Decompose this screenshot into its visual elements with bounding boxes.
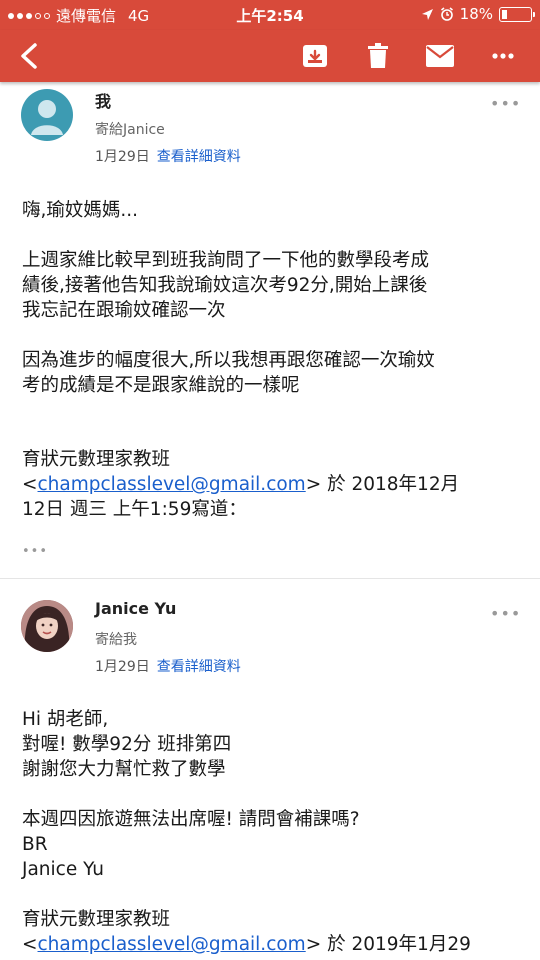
trash-icon[interactable] (361, 40, 395, 72)
message-more-icon[interactable]: ••• (490, 94, 521, 113)
body-line: 上週家維比較早到班我詢問了一下他的數學段考成 (22, 250, 430, 271)
location-icon (421, 8, 433, 20)
show-quoted-text-button[interactable]: ••• (22, 544, 48, 559)
quote-sender-name: 育狀元數理家教班 (22, 909, 171, 930)
date-line: 1月29日 查看詳細資料 (95, 656, 241, 676)
quote-header-line: <champclasslevel@gmail.com> 於 2018年12月 (22, 472, 502, 497)
message-date: 1月29日 (95, 149, 150, 165)
quote-lt: < (22, 474, 38, 495)
body-line: 我忘記在跟瑜妏確認一次 (22, 300, 226, 321)
alarm-icon (440, 7, 453, 21)
status-right: 18% (421, 5, 535, 23)
battery-icon (499, 6, 535, 22)
sender-name: Janice Yu (95, 599, 177, 618)
email-link[interactable]: champclasslevel@gmail.com (38, 474, 306, 495)
body-line: 考的成績是不是跟家維說的一樣呢 (22, 375, 300, 396)
recipient-line: 寄給我 (95, 632, 137, 648)
mail-icon[interactable] (423, 40, 457, 72)
quote-after-email: > 於 2019年1月29 (305, 934, 471, 955)
body-line: 謝謝您大力幫忙救了數學 (22, 759, 226, 780)
avatar[interactable] (21, 600, 73, 652)
message-more-icon[interactable]: ••• (490, 604, 521, 623)
body-line: 績後,接著他告知我說瑜妏這次考92分,開始上課後 (22, 275, 428, 296)
top-toolbar (0, 30, 540, 82)
message-body: 嗨,瑜妏媽媽... 上週家維比較早到班我詢問了一下他的數學段考成 績後,接著他告… (22, 198, 502, 522)
avatar[interactable] (21, 89, 73, 141)
body-line: Janice Yu (22, 859, 104, 880)
body-line: 本週四因旅遊無法出席喔! 請問會補課嗎? (22, 809, 360, 830)
recipient-line: 寄給Janice (95, 122, 165, 138)
view-details-link[interactable]: 查看詳細資料 (157, 149, 241, 165)
date-line: 1月29日 查看詳細資料 (95, 146, 241, 166)
body-line: BR (22, 834, 48, 855)
sender-name: 我 (95, 92, 112, 111)
message-body: Hi 胡老師, 對喔! 數學92分 班排第四 謝謝您大力幫忙救了數學 本週四因旅… (22, 707, 502, 957)
quote-header-line2: 12日 週三 上午1:59寫道： (22, 499, 247, 520)
quote-sender-name: 育狀元數理家教班 (22, 449, 171, 470)
email-link[interactable]: champclasslevel@gmail.com (38, 934, 306, 955)
body-line: 因為進步的幅度很大,所以我想再跟您確認一次瑜妏 (22, 350, 435, 371)
quote-lt: < (22, 934, 38, 955)
body-line: Hi 胡老師, (22, 709, 109, 730)
more-vert-icon[interactable] (486, 40, 520, 72)
body-line: 對喔! 數學92分 班排第四 (22, 734, 232, 755)
body-line: 嗨,瑜妏媽媽... (22, 200, 139, 221)
message-date: 1月29日 (95, 659, 150, 675)
view-details-link[interactable]: 查看詳細資料 (157, 659, 241, 675)
quote-after-email: > 於 2018年12月 (305, 474, 460, 495)
quote-header-line: <champclasslevel@gmail.com> 於 2019年1月29 (22, 932, 502, 957)
battery-percent: 18% (459, 5, 493, 23)
archive-icon[interactable] (298, 40, 332, 72)
message-divider (0, 578, 540, 579)
back-arrow-icon[interactable] (12, 40, 46, 72)
status-bar: 遠傳電信 4G 上午2:54 18% (0, 0, 540, 30)
